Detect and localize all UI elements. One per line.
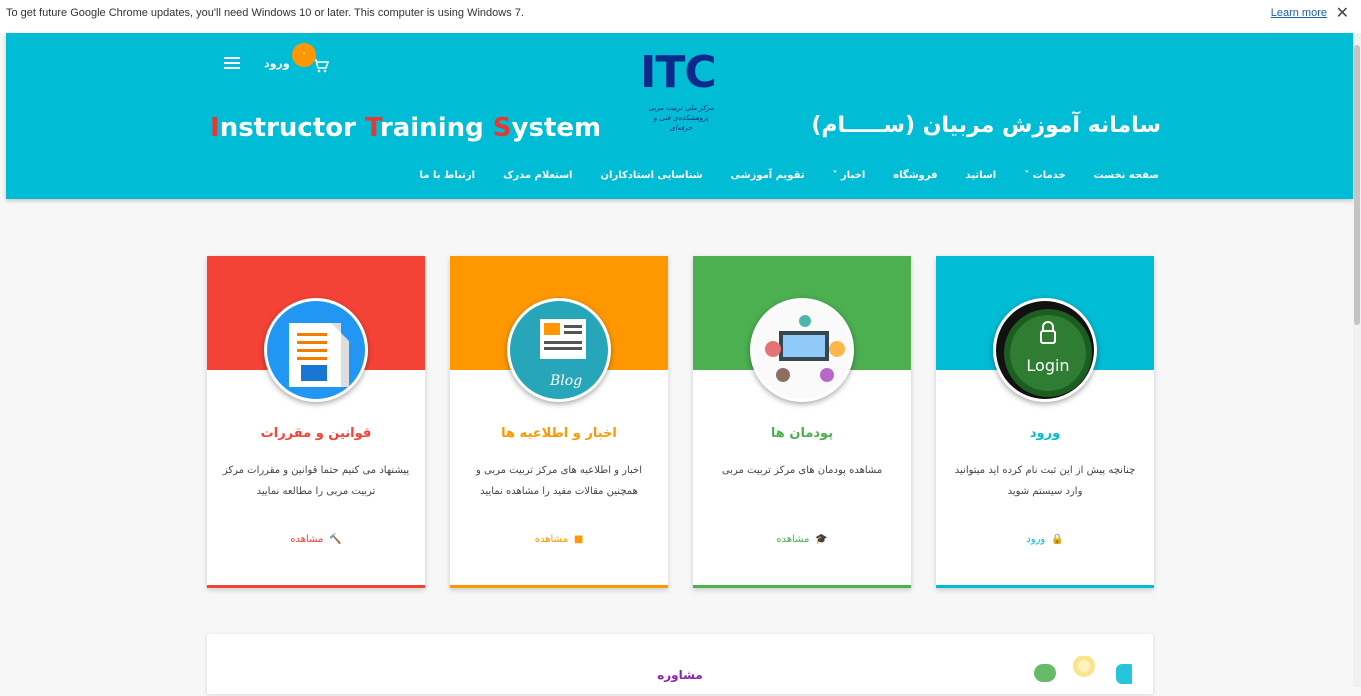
learn-more-link[interactable]: Learn more xyxy=(1271,7,1327,19)
nav-item-8[interactable]: ارتباط با ما xyxy=(420,170,476,181)
page-scrollbar[interactable] xyxy=(1353,33,1361,687)
card-bottom-bar xyxy=(207,585,425,588)
login-button-icon[interactable]: Login xyxy=(993,298,1097,402)
card-training[interactable]: پودمان ها مشاهده پودمان های مرکز تربیت مر… xyxy=(693,256,911,588)
nav-item-3[interactable]: فروشگاه xyxy=(893,170,937,181)
chevron-down-icon: ˅ xyxy=(832,170,842,181)
card-title: ورود xyxy=(1029,426,1061,441)
persian-site-title: سامانه آموزش مربیان (ســـــام) xyxy=(811,113,1161,138)
nav-item-label: فروشگاه xyxy=(893,170,938,181)
card-blog[interactable]: Blog اخبار و اطلاعیه ها اخبار و اطلاعیه ها… xyxy=(450,256,668,588)
nav-item-1[interactable]: خدمات ˅ xyxy=(1024,170,1065,181)
nav-item-5[interactable]: تقویم آموزشی xyxy=(731,170,805,181)
card-action-label: ورود xyxy=(1026,534,1046,545)
nav-item-label: صفحه نخست xyxy=(1093,170,1159,181)
svg-text:Blog: Blog xyxy=(549,373,582,389)
site-header: ورود ۰ ITC مرکز ملی تربیت مربی پژوهشکده‌… xyxy=(6,33,1353,199)
card-login-button[interactable]: Login ورود چنانچه پیش از این ثبت نام کرده … xyxy=(936,256,1154,588)
card-description: پیشنهاد می کنیم حتما قوانین و مقررات مرک… xyxy=(222,465,410,497)
nav-item-0[interactable]: صفحه نخست xyxy=(1094,170,1159,181)
graduation-cap-icon: 🎓 xyxy=(815,534,828,545)
training-icon[interactable] xyxy=(750,298,854,402)
card-rules-document[interactable]: قوانین و مقررات پیشنهاد می کنیم حتما قوان… xyxy=(207,256,425,588)
card-description: مشاهده پودمان های مرکز تربیت مربی xyxy=(721,465,883,476)
header-login-link[interactable]: ورود xyxy=(264,57,290,70)
card-description: اخبار و اطلاعیه های مرکز تربیت مربی و هم… xyxy=(475,465,643,497)
nav-item-6[interactable]: شناسایی استادکاران xyxy=(600,170,702,181)
consultation-title: مشاوره xyxy=(657,668,703,682)
blog-icon[interactable]: Blog xyxy=(507,298,611,402)
logo-subtitle: مرکز ملی تربیت مربی پژوهشکده‌ی فنی و حرف… xyxy=(648,104,714,132)
card-action-label: مشاهده xyxy=(776,534,810,545)
gavel-icon: 🔨 xyxy=(329,534,342,545)
infobar-message: To get future Google Chrome updates, you… xyxy=(6,7,524,19)
card-bottom-bar xyxy=(936,585,1154,588)
card-description: چنانچه پیش از این ثبت نام کرده اید میتوا… xyxy=(954,465,1136,497)
close-icon[interactable]: ✕ xyxy=(1336,3,1349,23)
card-action-label: مشاهده xyxy=(534,534,568,545)
cart-icon[interactable] xyxy=(313,59,329,73)
nav-item-4[interactable]: اخبار ˅ xyxy=(833,170,866,181)
card-title: اخبار و اطلاعیه ها xyxy=(501,426,617,441)
consultation-section: مشاوره xyxy=(207,634,1153,694)
rules-document-icon[interactable] xyxy=(264,298,368,402)
nav-item-7[interactable]: استعلام مدرک xyxy=(503,170,572,181)
nav-item-label: تقویم آموزشی xyxy=(730,170,805,181)
itc-logo[interactable]: ITC مرکز ملی تربیت مربی پژوهشکده‌ی فنی و… xyxy=(636,47,726,145)
nav-item-label: خدمات xyxy=(1032,170,1066,181)
comment-icon: ■ xyxy=(573,534,584,545)
card-action-link[interactable]: ■ مشاهده xyxy=(450,534,668,545)
consult-illustration-icon xyxy=(1034,656,1132,684)
card-action-link[interactable]: 🎓 مشاهده xyxy=(693,534,911,545)
card-bottom-bar xyxy=(450,585,668,588)
logo-text: ITC xyxy=(640,47,717,98)
nav-item-label: اخبار xyxy=(841,170,866,181)
chrome-update-infobar: To get future Google Chrome updates, you… xyxy=(0,0,1361,33)
card-action-link[interactable]: 🔒 ورود xyxy=(936,534,1154,545)
nav-item-label: شناسایی استادکاران xyxy=(600,170,703,181)
cart-count-badge: ۰ xyxy=(292,43,316,67)
nav-item-label: استعلام مدرک xyxy=(503,170,573,181)
card-action-link[interactable]: 🔨 مشاهده xyxy=(207,534,425,545)
english-site-title: Instructor Training System xyxy=(210,113,602,143)
nav-item-2[interactable]: اساتید xyxy=(966,170,997,181)
card-action-label: مشاهده xyxy=(290,534,324,545)
svg-text:Login: Login xyxy=(1026,356,1069,375)
card-bottom-bar xyxy=(693,585,911,588)
main-navigation: صفحه نخست خدمات ˅ اساتید فروشگاه اخبار ˅ تقوی… xyxy=(392,170,1159,181)
nav-item-label: ارتباط با ما xyxy=(419,170,476,181)
nav-item-label: اساتید xyxy=(965,170,997,181)
hamburger-menu-icon[interactable] xyxy=(224,57,240,69)
card-title: قوانین و مقررات xyxy=(260,426,372,441)
chevron-down-icon: ˅ xyxy=(1024,170,1033,181)
lock-icon: 🔒 xyxy=(1051,534,1064,545)
card-title: پودمان ها xyxy=(770,426,834,441)
feature-cards: قوانین و مقررات پیشنهاد می کنیم حتما قوان… xyxy=(207,256,1154,588)
